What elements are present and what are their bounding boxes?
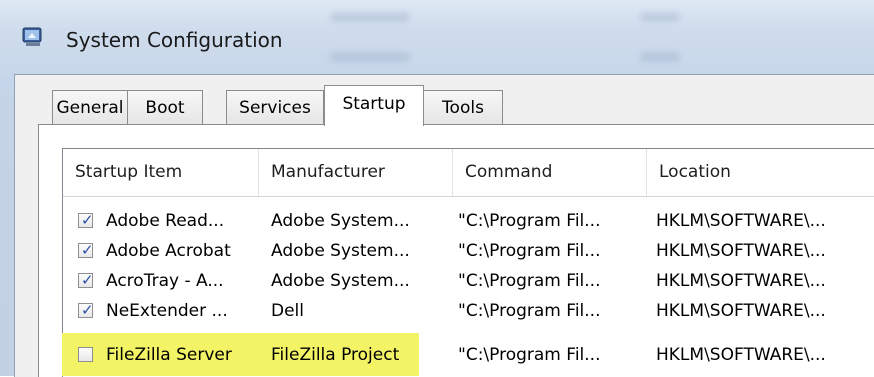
tab-startup[interactable]: Startup (324, 85, 424, 126)
startup-item-checkbox[interactable]: ✓ (78, 241, 94, 259)
window-title: System Configuration (66, 28, 283, 52)
column-header-command[interactable]: Command (453, 149, 647, 196)
location-cell: HKLM\SOFTWARE\... (656, 271, 826, 291)
startup-item-name: Adobe Acrobat (106, 241, 231, 261)
startup-item-name: Adobe Read... (106, 211, 225, 231)
table-row[interactable]: ✓ Adobe Acrobat Adobe System... "C:\Program… (62, 236, 874, 266)
list-header: Startup Item Manufacturer Command Locati… (63, 149, 874, 197)
table-row[interactable]: ✓ AcroTray - A... Adobe System... "C:\Progr… (62, 266, 874, 296)
table-row[interactable]: ✓ NeExtender ... Dell "C:\Program Fil... HKL… (62, 296, 874, 326)
msconfig-icon (22, 27, 42, 46)
tab-boot[interactable]: Boot (127, 90, 203, 124)
manufacturer-cell: Dell (271, 301, 304, 321)
checkmark-icon: ✓ (81, 271, 94, 289)
startup-item-checkbox[interactable]: ✓ (78, 301, 94, 319)
startup-item-name: NeExtender ... (106, 301, 228, 321)
startup-item-name: FileZilla Server (106, 345, 232, 365)
column-header-location[interactable]: Location (647, 149, 874, 196)
command-cell: "C:\Program Fil... (458, 345, 601, 365)
command-cell: "C:\Program Fil... (458, 241, 601, 261)
manufacturer-cell: Adobe System... (271, 211, 410, 231)
column-header-manufacturer[interactable]: Manufacturer (259, 149, 453, 196)
location-cell: HKLM\SOFTWARE\... (656, 345, 826, 365)
startup-item-checkbox[interactable]: ✓ (78, 271, 94, 289)
column-header-startup-item[interactable]: Startup Item (63, 149, 259, 196)
location-cell: HKLM\SOFTWARE\... (656, 211, 826, 231)
checkmark-icon: ✓ (81, 241, 94, 259)
tab-general[interactable]: General (52, 90, 128, 124)
system-configuration-window: System Configuration General Boot Servic… (0, 0, 874, 377)
checkmark-icon: ✓ (81, 211, 94, 229)
manufacturer-cell: FileZilla Project (271, 345, 400, 365)
manufacturer-cell: Adobe System... (271, 241, 410, 261)
tab-tools[interactable]: Tools (423, 90, 503, 124)
checkmark-icon: ✓ (81, 301, 94, 319)
command-cell: "C:\Program Fil... (458, 271, 601, 291)
table-row[interactable]: FileZilla Server FileZilla Project "C:\Pro… (62, 340, 874, 370)
location-cell: HKLM\SOFTWARE\... (656, 301, 826, 321)
command-cell: "C:\Program Fil... (458, 301, 601, 321)
startup-item-checkbox[interactable] (78, 347, 93, 362)
startup-item-name: AcroTray - A... (106, 271, 224, 291)
command-cell: "C:\Program Fil... (458, 211, 601, 231)
location-cell: HKLM\SOFTWARE\... (656, 241, 826, 261)
tab-services[interactable]: Services (226, 90, 324, 124)
title-bar: System Configuration (0, 18, 874, 58)
table-row[interactable]: ✓ Adobe Read... Adobe System... "C:\Program… (62, 206, 874, 236)
manufacturer-cell: Adobe System... (271, 271, 410, 291)
startup-item-checkbox[interactable]: ✓ (78, 211, 94, 229)
